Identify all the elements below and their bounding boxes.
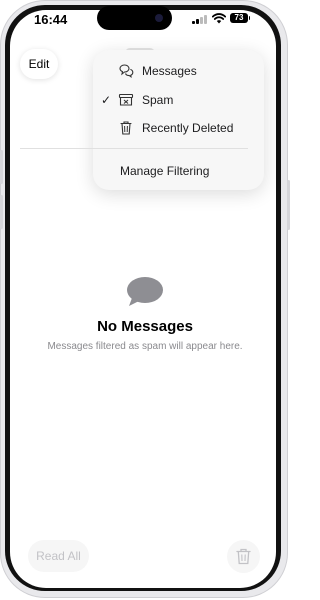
read-all-button[interactable]: Read All [28, 540, 89, 572]
battery-icon: 73 [230, 13, 250, 23]
empty-state-title: No Messages [97, 318, 193, 335]
empty-state-subtitle: Messages filtered as spam will appear he… [47, 341, 243, 352]
trash-icon [120, 121, 132, 135]
manage-filtering-button[interactable]: Manage Filtering [120, 158, 209, 184]
edit-button[interactable]: Edit [20, 49, 58, 79]
camera-icon [155, 14, 163, 22]
menu-divider [20, 148, 248, 149]
menu-item-label: Messages [142, 64, 197, 78]
menu-item-messages[interactable]: Messages [93, 58, 264, 84]
delete-button[interactable] [227, 540, 260, 573]
menu-item-label: Recently Deleted [142, 121, 234, 135]
trash-icon [236, 548, 251, 565]
menu-item-spam[interactable]: ✓ Spam [93, 87, 264, 113]
status-time: 16:44 [34, 12, 68, 27]
wifi-icon [212, 13, 226, 24]
dynamic-island [97, 6, 172, 30]
menu-item-recently-deleted[interactable]: Recently Deleted [93, 115, 264, 141]
cellular-signal-icon [192, 15, 207, 24]
side-button [287, 180, 290, 230]
spam-tray-icon [118, 93, 134, 106]
menu-item-label: Spam [142, 93, 174, 107]
message-bubble-icon [127, 277, 163, 306]
chat-bubbles-icon [119, 64, 134, 78]
volume-button [0, 150, 3, 184]
volume-button [0, 195, 3, 229]
checkmark-icon: ✓ [101, 93, 112, 107]
